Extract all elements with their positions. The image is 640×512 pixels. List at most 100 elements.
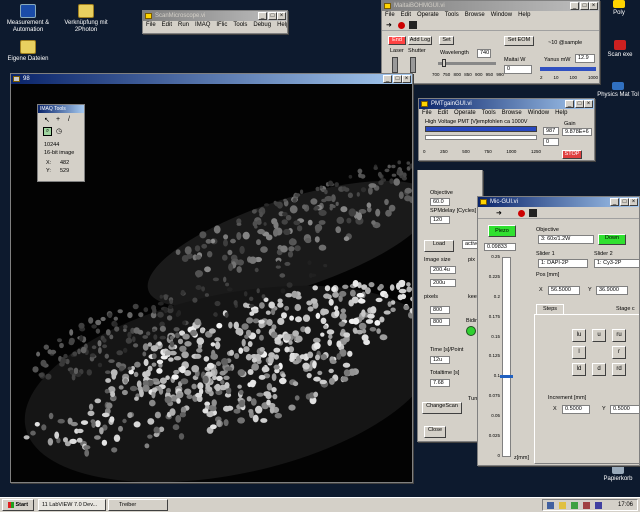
clock[interactable]: 17:06 xyxy=(618,502,633,508)
add-log-button[interactable]: Add Log xyxy=(408,36,432,45)
maximize-button[interactable]: □ xyxy=(620,198,629,206)
menu-iflic[interactable]: IFlic xyxy=(216,21,227,30)
steps-tab[interactable]: Steps xyxy=(536,304,564,314)
bidir-led[interactable] xyxy=(466,326,476,336)
menu-debug[interactable]: Debug xyxy=(253,21,271,30)
second-value-field[interactable]: 0 xyxy=(543,138,559,146)
image-size-field-1[interactable]: 200.4u xyxy=(430,266,456,274)
menu-window[interactable]: Window xyxy=(528,109,549,118)
taskbar-item-treiber[interactable]: Treiber xyxy=(108,499,168,511)
desktop-icon-physics[interactable]: Physics Mat Tol xyxy=(596,82,640,99)
menu-help[interactable]: Help xyxy=(518,11,530,20)
pos-y-field[interactable]: 36.9000 xyxy=(596,286,628,295)
imaq-tools-title-bar[interactable]: IMAQ Tools xyxy=(38,105,84,113)
line-tool-icon[interactable]: / xyxy=(68,116,70,123)
time-field[interactable]: 12u xyxy=(430,356,450,364)
close-button[interactable]: Close xyxy=(424,426,446,438)
menu-tools[interactable]: Tools xyxy=(445,11,459,20)
move-up-right-button[interactable]: ru xyxy=(612,329,626,342)
move-up-button[interactable]: u xyxy=(592,329,606,342)
tray-app-icon[interactable] xyxy=(571,502,578,509)
minimize-button[interactable]: _ xyxy=(383,75,392,83)
close-button[interactable]: × xyxy=(629,198,638,206)
move-down-button[interactable]: d xyxy=(592,363,606,376)
hv-slider-track[interactable] xyxy=(425,135,537,140)
load-button[interactable]: Load xyxy=(424,240,454,252)
image-size-field-2[interactable]: 200u xyxy=(430,279,456,287)
slider2-select[interactable]: 1: Cy3-2P xyxy=(594,259,639,268)
increment-y-field[interactable]: 0.5000 xyxy=(610,405,639,414)
desktop-icon-eigene-dateien[interactable]: Eigene Dateien xyxy=(0,40,58,63)
maximize-button[interactable]: □ xyxy=(393,75,402,83)
menu-edit[interactable]: Edit xyxy=(438,109,448,118)
laser-toggle[interactable] xyxy=(392,57,398,73)
close-button[interactable]: × xyxy=(402,75,411,83)
minimize-button[interactable]: _ xyxy=(258,12,267,20)
menu-file[interactable]: File xyxy=(385,11,395,20)
z-slider-handle[interactable] xyxy=(500,375,513,378)
z-slider-track[interactable] xyxy=(502,257,511,457)
menu-operate[interactable]: Operate xyxy=(417,11,439,20)
yanus-slider[interactable] xyxy=(540,67,596,71)
abort-icon[interactable] xyxy=(518,210,525,217)
zoom-tool-icon[interactable]: ⌕ xyxy=(43,127,52,136)
tray-network-icon[interactable] xyxy=(547,502,554,509)
abort-icon[interactable] xyxy=(398,22,405,29)
title-bar[interactable]: 98 _ □ × xyxy=(11,74,412,84)
scanmicroscope-window[interactable]: ScanMicroscope.vi _ □ × File Edit Run IMAQ IFl… xyxy=(142,10,288,34)
piezo-button[interactable]: Piezo xyxy=(488,225,516,237)
increment-x-field[interactable]: 0.5000 xyxy=(562,405,590,414)
desktop-icon-2photon[interactable]: Verknüpfung mit 2Photon xyxy=(56,4,116,34)
changescan-button[interactable]: ChangeScan xyxy=(422,402,462,414)
title-bar[interactable]: PMTgainGUI.vi _ □ × xyxy=(419,99,594,109)
wavelength-slider-handle[interactable] xyxy=(442,59,446,67)
title-bar[interactable]: Mic-GUI.vi _ □ × xyxy=(478,197,639,207)
menu-browse[interactable]: Browse xyxy=(465,11,485,20)
minimize-button[interactable]: _ xyxy=(570,2,579,10)
set-button[interactable]: Set xyxy=(439,36,454,45)
hv-value-field[interactable]: 987 xyxy=(543,127,559,135)
scan-settings-panel[interactable]: Objective 60.0 SPMdelay [Cycles] 120 Loa… xyxy=(417,170,483,442)
tray-volume-icon[interactable] xyxy=(559,502,566,509)
tray-app-icon[interactable] xyxy=(595,502,602,509)
menu-tools[interactable]: Tools xyxy=(233,21,247,30)
menu-tools[interactable]: Tools xyxy=(482,109,496,118)
minimize-button[interactable]: _ xyxy=(610,198,619,206)
shutter-toggle[interactable] xyxy=(410,57,416,73)
move-down-left-button[interactable]: ld xyxy=(572,363,586,376)
wavelength-field[interactable]: 740 xyxy=(477,49,491,58)
move-left-button[interactable]: l xyxy=(572,346,586,359)
desktop-icon-poly[interactable]: Poly xyxy=(598,0,640,17)
minimize-button[interactable]: _ xyxy=(565,100,574,108)
move-right-button[interactable]: r xyxy=(612,346,626,359)
maximize-button[interactable]: □ xyxy=(268,12,277,20)
close-button[interactable]: × xyxy=(589,2,598,10)
end-button[interactable]: End xyxy=(388,36,406,45)
slider1-select[interactable]: 1: DAPI-2P xyxy=(538,259,588,268)
spmdelay-field[interactable]: 120 xyxy=(430,216,450,224)
pixels-field-1[interactable]: 800 xyxy=(430,306,450,314)
desktop-icon-scan[interactable]: Scan exe xyxy=(600,40,640,59)
crosshair-tool-icon[interactable]: + xyxy=(56,116,60,123)
objective-field[interactable]: 60.0 xyxy=(430,198,450,206)
menu-file[interactable]: File xyxy=(422,109,432,118)
tray-app-icon[interactable] xyxy=(583,502,590,509)
maximize-button[interactable]: □ xyxy=(575,100,584,108)
move-down-right-button[interactable]: rd xyxy=(612,363,626,376)
stop-button[interactable]: STOP xyxy=(562,150,582,159)
menu-window[interactable]: Window xyxy=(491,11,512,20)
run-arrow-icon[interactable]: ➜ xyxy=(386,21,392,29)
pause-icon[interactable] xyxy=(409,21,417,29)
pan-tool-icon[interactable]: ◷ xyxy=(56,127,62,135)
set-eom-button[interactable]: Set EOM xyxy=(504,36,534,46)
close-button[interactable]: × xyxy=(584,100,593,108)
title-bar[interactable]: ScanMicroscope.vi _ □ × xyxy=(143,11,287,21)
desktop-icon-measurement[interactable]: Measurement & Automation xyxy=(0,4,58,34)
stage-tab[interactable]: Stage c xyxy=(616,305,639,314)
pause-icon[interactable] xyxy=(529,209,537,217)
yanus-field[interactable]: 12.9 xyxy=(575,54,595,63)
title-bar[interactable]: MaitaiBOHMGUI.vi _ □ × xyxy=(382,1,599,11)
menu-edit[interactable]: Edit xyxy=(401,11,411,20)
pmtgain-window[interactable]: PMTgainGUI.vi _ □ × File Edit Operate Tools Br… xyxy=(418,98,595,161)
objective-select[interactable]: 3: 60x/1.2W xyxy=(538,235,594,244)
